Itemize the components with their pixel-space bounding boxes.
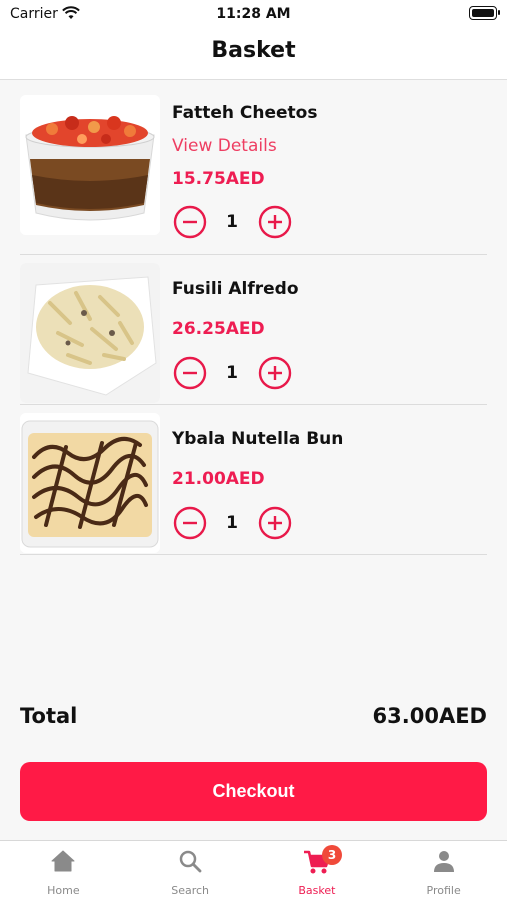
- home-icon: [50, 849, 76, 877]
- decrease-quantity-button[interactable]: [173, 356, 207, 390]
- basket-item: Ybala Nutella Bun 21.00AED 1: [20, 405, 487, 555]
- tab-search[interactable]: Search: [127, 841, 254, 900]
- navigation-bar: Basket: [0, 30, 507, 80]
- item-name: Fusili Alfredo: [172, 279, 299, 299]
- item-price: 21.00AED: [172, 469, 265, 489]
- tab-bar: Home Search Basket Profile: [0, 840, 507, 900]
- tab-label: Home: [47, 884, 80, 897]
- battery-icon: [469, 6, 500, 20]
- plus-circle-icon: [258, 506, 292, 540]
- plus-circle-icon: [258, 356, 292, 390]
- increase-quantity-button[interactable]: [258, 205, 292, 239]
- item-price: 15.75AED: [172, 169, 265, 189]
- item-price: 26.25AED: [172, 319, 265, 339]
- page-title: Basket: [211, 38, 296, 63]
- item-image-fusili-alfredo: [20, 263, 160, 403]
- quantity-value: 1: [226, 363, 238, 383]
- status-bar: Carrier 11:28 AM: [0, 0, 507, 30]
- item-name: Fatteh Cheetos: [172, 103, 318, 123]
- plus-circle-icon: [258, 205, 292, 239]
- minus-circle-icon: [173, 506, 207, 540]
- decrease-quantity-button[interactable]: [173, 205, 207, 239]
- person-icon: [432, 849, 456, 877]
- minus-circle-icon: [173, 205, 207, 239]
- increase-quantity-button[interactable]: [258, 356, 292, 390]
- item-image-ybala-nutella-bun: [20, 413, 160, 553]
- total-label: Total: [20, 704, 78, 728]
- minus-circle-icon: [173, 356, 207, 390]
- tab-basket[interactable]: Basket: [254, 841, 381, 900]
- increase-quantity-button[interactable]: [258, 506, 292, 540]
- tab-home[interactable]: Home: [0, 841, 127, 900]
- basket-item: Fatteh Cheetos View Details 15.75AED 1: [20, 95, 487, 255]
- view-details-link[interactable]: View Details: [172, 136, 277, 156]
- quantity-value: 1: [226, 212, 238, 232]
- basket-item: Fusili Alfredo 26.25AED 1: [20, 255, 487, 405]
- tab-profile[interactable]: Profile: [380, 841, 507, 900]
- search-icon: [178, 849, 202, 877]
- checkout-button[interactable]: Checkout: [20, 762, 487, 821]
- tab-label: Search: [171, 884, 210, 897]
- total-value: 63.00AED: [372, 704, 487, 728]
- decrease-quantity-button[interactable]: [173, 506, 207, 540]
- tab-label: Basket: [298, 884, 336, 897]
- basket-count-badge: 3: [322, 845, 342, 865]
- quantity-value: 1: [226, 513, 238, 533]
- item-image-fatteh-cheetos: [20, 95, 160, 235]
- clock: 11:28 AM: [216, 6, 291, 22]
- item-name: Ybala Nutella Bun: [172, 429, 344, 449]
- tab-label: Profile: [426, 884, 461, 897]
